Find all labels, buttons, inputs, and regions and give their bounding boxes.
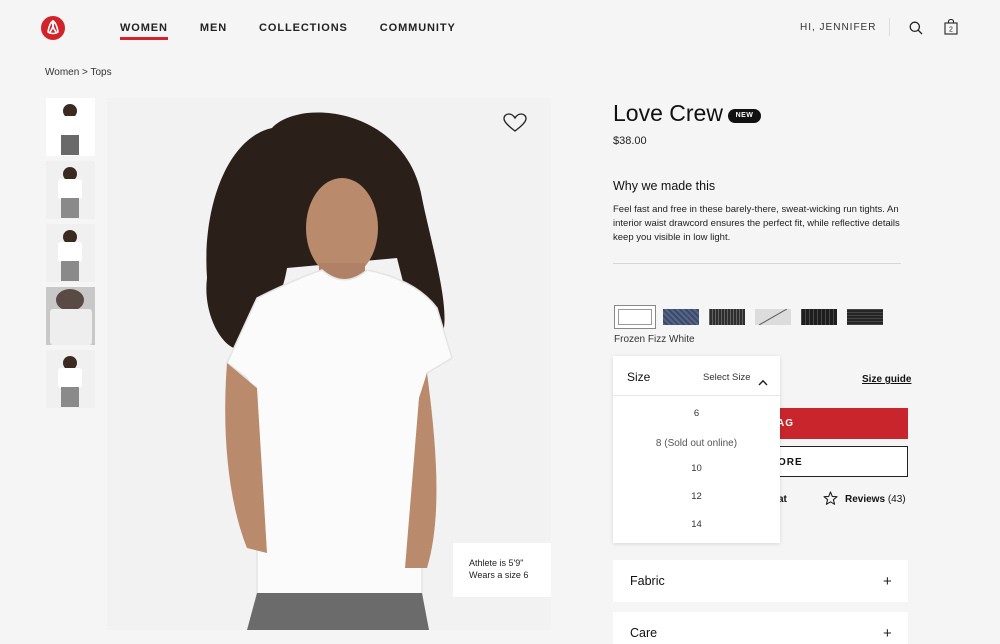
accordion-care-label: Care	[630, 626, 658, 640]
plus-icon: +	[883, 625, 892, 642]
find-in-store-label: ORE	[778, 457, 803, 468]
size-option-12[interactable]: 12	[613, 491, 780, 502]
site-header: WOMEN MEN COLLECTIONS COMMUNITY HI, JENN…	[0, 0, 1000, 58]
search-icon[interactable]	[909, 21, 923, 40]
thumbnail-closeup[interactable]	[46, 287, 95, 345]
product-main-image[interactable]: Athlete is 5'9" Wears a size 6	[107, 98, 551, 630]
swatch-light-grey-unavailable[interactable]	[752, 305, 794, 329]
why-we-made-this-heading: Why we made this	[613, 179, 716, 193]
size-dropdown-header[interactable]: Size Select Size	[613, 356, 780, 396]
swatch-white[interactable]	[614, 305, 656, 329]
star-icon[interactable]	[823, 491, 838, 511]
product-description: Feel fast and free in these barely-there…	[613, 204, 900, 243]
thumbnail-full-body[interactable]	[46, 161, 95, 219]
breadcrumb[interactable]: Women > Tops	[45, 67, 112, 78]
product-title: Love Crew	[613, 100, 723, 126]
thumbnail-front[interactable]	[46, 98, 95, 156]
athlete-size: Wears a size 6	[469, 570, 529, 580]
size-dropdown: Size Select Size 6 8 (Sold out online) 1…	[613, 356, 780, 543]
chevron-up-icon	[758, 373, 768, 391]
swatch-black-heather-2[interactable]	[844, 305, 886, 329]
thumbnail-side[interactable]	[46, 224, 95, 282]
bag-count: 2	[949, 27, 953, 34]
reviews-link[interactable]: Reviews (43)	[845, 494, 906, 505]
size-guide-link[interactable]: Size guide	[862, 374, 911, 385]
lululemon-logo[interactable]	[41, 16, 65, 40]
accordion-fabric[interactable]: Fabric +	[613, 560, 908, 602]
divider	[613, 263, 901, 264]
nav-collections[interactable]: COLLECTIONS	[259, 22, 348, 34]
swatch-black-heather[interactable]	[798, 305, 840, 329]
size-option-14[interactable]: 14	[613, 519, 780, 530]
new-badge: NEW	[728, 109, 761, 123]
reviews-label: Reviews	[845, 494, 886, 505]
athlete-info-card: Athlete is 5'9" Wears a size 6	[453, 543, 551, 597]
nav-women[interactable]: WOMEN	[120, 22, 168, 40]
size-option-10[interactable]: 10	[613, 463, 780, 474]
nav-community[interactable]: COMMUNITY	[380, 22, 456, 34]
reviews-count: (43)	[887, 494, 906, 505]
thumbnail-strip	[46, 98, 96, 413]
swatch-grey-heather[interactable]	[706, 305, 748, 329]
selected-color-name: Frozen Fizz White	[614, 334, 695, 345]
size-select-value: Select Size	[703, 372, 751, 383]
size-option-6[interactable]: 6	[613, 408, 780, 419]
plus-icon: +	[883, 573, 892, 590]
accordion-care[interactable]: Care +	[613, 612, 908, 644]
nav-men[interactable]: MEN	[200, 22, 227, 34]
thumbnail-back[interactable]	[46, 350, 95, 408]
main-nav: WOMEN MEN COLLECTIONS COMMUNITY	[120, 22, 488, 40]
swatch-navy-heather[interactable]	[660, 305, 702, 329]
shopping-bag-icon[interactable]: 2	[944, 18, 958, 40]
product-price: $38.00	[613, 135, 647, 147]
athlete-height: Athlete is 5'9"	[469, 558, 524, 568]
account-greeting[interactable]: HI, JENNIFER	[800, 22, 876, 33]
size-option-8-sold-out[interactable]: 8 (Sold out online)	[613, 438, 780, 449]
accordion-fabric-label: Fabric	[630, 574, 665, 588]
header-divider	[889, 18, 890, 36]
size-label: Size	[627, 370, 651, 384]
